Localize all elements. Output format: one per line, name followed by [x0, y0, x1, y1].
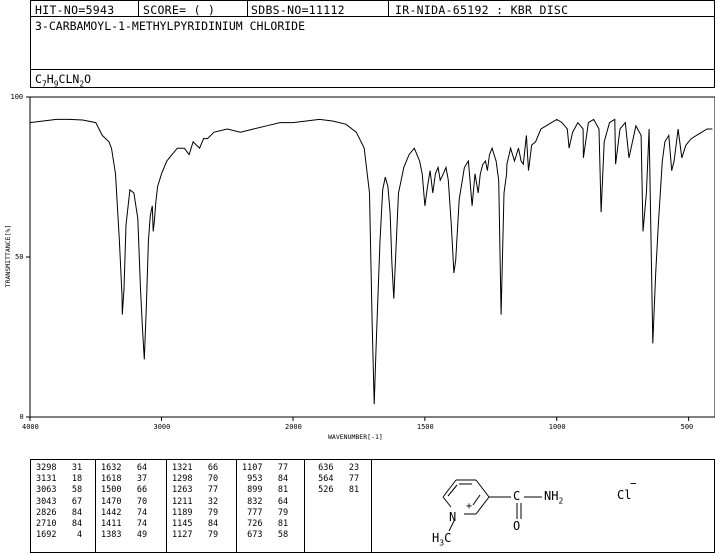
peak-row: 1500 66: [101, 485, 148, 496]
peak-row: 3043 67: [36, 496, 83, 507]
x-tick-label: 1000: [548, 423, 566, 431]
peak-row: 2710 84: [36, 519, 83, 530]
n-methyl: H3C: [432, 531, 452, 548]
peak-row: 953 84: [242, 474, 289, 485]
chloride-anion: Cl: [617, 488, 632, 502]
peak-row: 3063 58: [36, 485, 83, 496]
x-tick-label: 4000: [22, 423, 39, 431]
peak-row: 3131 18: [36, 474, 83, 485]
carbonyl-oxygen: O: [513, 519, 521, 533]
peak-row: 1298 70: [172, 474, 219, 485]
peak-row: 1383 49: [101, 530, 148, 541]
peak-row: 1145 84: [172, 519, 219, 530]
amide-nh2: NH2: [544, 489, 564, 506]
peak-column: 1321 66 1298 70 1263 77 1211 32 1189 79 1145 …: [172, 463, 218, 541]
molecule-structure: [442, 479, 542, 532]
peak-row: 1189 79: [172, 507, 219, 518]
peak-row: 1263 77: [172, 485, 219, 496]
peak-row: 899 81: [242, 485, 289, 496]
peak-row: 3298 31: [36, 463, 83, 473]
peak-column: 636 23 564 77 526 81: [313, 463, 359, 497]
peak-column: 3298 31 3131 18 3063 58 3043 67 2826 84 2710 …: [36, 463, 82, 541]
x-tick-label: 2000: [285, 423, 302, 431]
y-axis-label: TRANSMITTANCE[%]: [4, 224, 12, 288]
plot-frame: [29, 96, 715, 418]
peak-row: 832 64: [242, 496, 289, 507]
y-tick-label: 50: [15, 253, 24, 261]
peak-row: 1211 32: [172, 496, 219, 507]
peak-row: 1618 37: [101, 474, 148, 485]
x-tick-label: 1500: [416, 423, 434, 431]
anion-charge: −: [630, 477, 637, 490]
peak-row: 1411 74: [101, 519, 148, 530]
peak-row: 636 23: [313, 463, 360, 473]
peak-column: 1632 64 1618 37 1500 66 1470 70 1442 74 1411 …: [101, 463, 147, 541]
peak-row: 673 58: [242, 530, 289, 541]
peak-row: 2826 84: [36, 507, 83, 518]
peak-row: 1321 66: [172, 463, 219, 473]
peak-row: 1442 74: [101, 507, 148, 518]
y-tick-label: 0: [19, 413, 24, 421]
peak-column: 1107 77 953 84 899 81 832 64 777 79 726 …: [242, 463, 288, 541]
peak-row: 726 81: [242, 519, 289, 530]
carbonyl-carbon: C: [513, 489, 521, 503]
spectrum-line: [29, 118, 713, 405]
x-tick-label: 3000: [153, 423, 171, 431]
ir-spectrum-chart: [26, 96, 715, 421]
x-tick-label: 500: [680, 423, 694, 431]
peak-row: 1127 79: [172, 530, 219, 541]
positive-charge: +: [466, 501, 473, 512]
peak-row: 1692 4: [36, 530, 83, 541]
peak-row: 564 77: [313, 474, 360, 485]
y-tick-label: 100: [10, 93, 24, 101]
peak-row: 1107 77: [242, 463, 289, 473]
ring-nitrogen: N: [449, 510, 457, 524]
peak-row: 526 81: [313, 485, 360, 496]
peak-row: 1632 64: [101, 463, 148, 473]
peak-row: 1470 70: [101, 496, 148, 507]
x-axis-label: WAVENUMBER[-1]: [328, 433, 383, 441]
peak-row: 777 79: [242, 507, 289, 518]
